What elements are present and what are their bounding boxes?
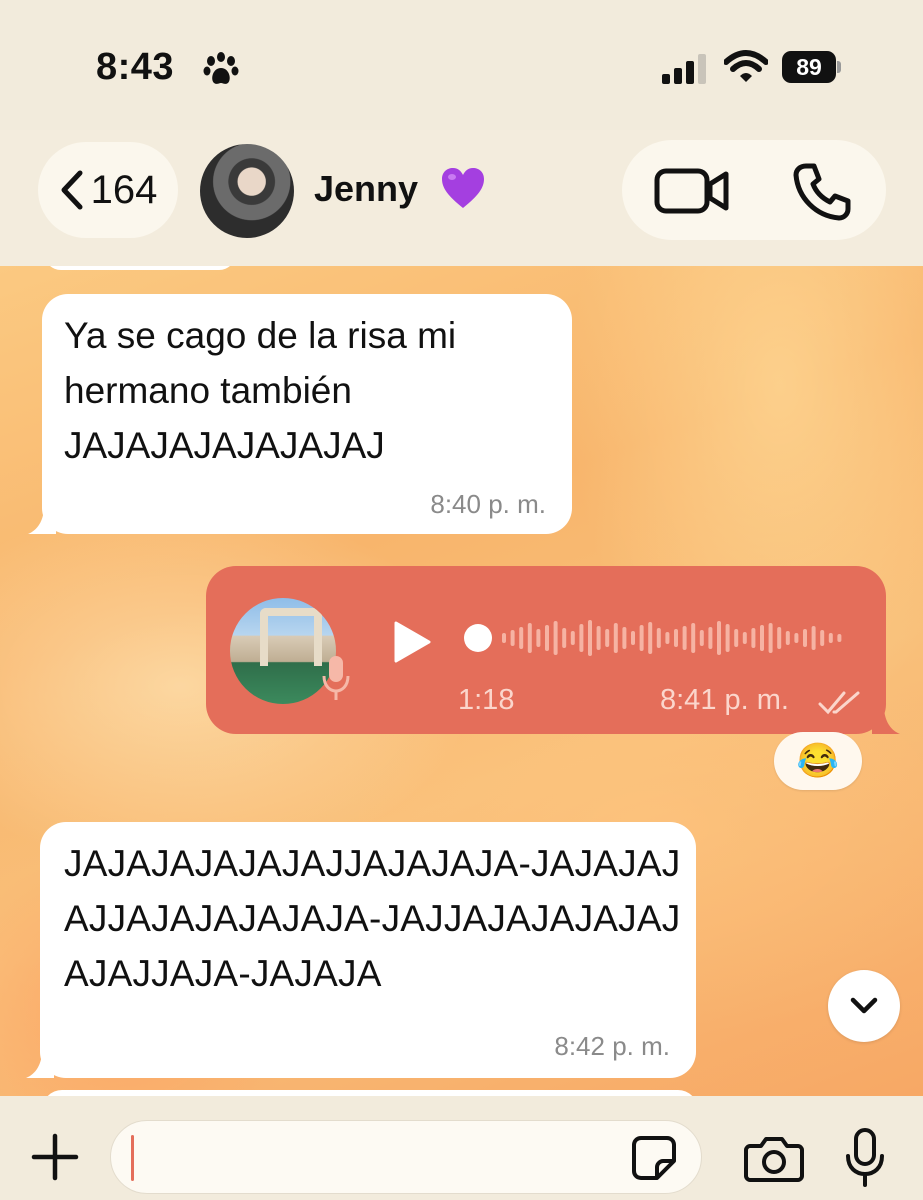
waveform-bar	[803, 629, 807, 647]
wifi-icon	[724, 50, 768, 82]
phone-icon[interactable]	[792, 162, 852, 222]
purple-heart-icon	[442, 168, 484, 208]
waveform-bar	[510, 630, 515, 646]
waveform-bar	[545, 625, 549, 651]
waveform-bar	[691, 623, 696, 653]
paw-icon	[203, 52, 239, 84]
message-list[interactable]: Ya se cago de la risa mi hermano también…	[0, 266, 923, 1096]
waveform-bar	[579, 624, 584, 652]
status-time: 8:43	[96, 46, 175, 88]
waveform-bar	[588, 620, 592, 656]
waveform-bar	[570, 631, 575, 645]
microphone-icon	[322, 656, 350, 700]
waveform-bar	[794, 633, 799, 643]
message-time: 8:41 p. m.	[660, 684, 789, 716]
contact-name[interactable]: Jenny	[314, 168, 418, 210]
reaction-emoji: 😂	[796, 742, 840, 780]
composer-bar	[0, 1096, 923, 1200]
chevron-down-icon	[850, 997, 878, 1014]
waveform-bar	[751, 628, 756, 648]
waveform-bar	[536, 629, 541, 647]
message-input[interactable]	[143, 1131, 617, 1185]
sticker-icon[interactable]	[631, 1135, 677, 1181]
chevron-left-icon	[61, 170, 83, 210]
text-cursor	[131, 1135, 134, 1181]
waveform-bar	[631, 631, 635, 645]
waveform-bar	[837, 634, 842, 642]
battery-level: 89	[782, 51, 836, 83]
double-check-icon	[818, 691, 860, 715]
message-time: 8:40 p. m.	[430, 489, 546, 519]
contact-avatar[interactable]	[200, 144, 294, 238]
playback-scrubber[interactable]	[464, 624, 492, 652]
waveform-bar	[785, 631, 790, 645]
waveform-bar	[820, 630, 825, 646]
voice-duration: 1:18	[458, 684, 515, 716]
scroll-to-bottom-button[interactable]	[828, 970, 900, 1042]
previous-message-bubble	[44, 266, 236, 270]
incoming-message[interactable]: JAJAJAJAJAJAJJAJAJAJA-JAJAJAJAJJAJAJAJAJ…	[26, 822, 696, 1078]
message-reaction[interactable]: 😂	[774, 732, 862, 790]
waveform-bar	[811, 626, 816, 650]
waveform-bar	[725, 624, 730, 652]
message-text: JAJAJAJAJAJAJJAJAJAJA-JAJAJAJAJJAJAJAJAJ…	[64, 843, 681, 994]
back-button[interactable]: 164	[38, 142, 178, 238]
waveform-bar	[665, 632, 670, 644]
audio-waveform[interactable]	[498, 614, 848, 662]
waveform-bar	[674, 629, 678, 647]
microphone-icon[interactable]	[844, 1128, 886, 1188]
waveform-bar	[639, 625, 644, 651]
waveform-bar	[828, 633, 833, 643]
battery-indicator: 89	[782, 51, 841, 83]
waveform-bar	[622, 627, 627, 649]
waveform-bar	[777, 627, 782, 649]
waveform-bar	[742, 632, 747, 644]
plus-icon[interactable]	[30, 1132, 80, 1182]
waveform-bar	[553, 621, 558, 655]
signal-icon	[662, 54, 706, 84]
message-time: 8:42 p. m.	[554, 1031, 670, 1061]
waveform-bar	[682, 626, 687, 650]
incoming-message[interactable]: Ya se cago de la risa mi hermano también…	[28, 294, 572, 534]
waveform-bar	[596, 626, 601, 650]
waveform-bar	[527, 623, 532, 653]
video-call-icon[interactable]	[654, 168, 730, 214]
message-text: Ya se cago de la risa mi hermano también…	[64, 315, 457, 466]
waveform-bar	[708, 627, 713, 649]
waveform-bar	[605, 629, 610, 647]
waveform-bar	[613, 623, 618, 653]
waveform-bar	[656, 628, 661, 648]
camera-icon[interactable]	[744, 1136, 804, 1182]
call-actions	[622, 140, 886, 240]
chat-header: 164 Jenny	[0, 130, 923, 266]
unread-count: 164	[90, 167, 158, 212]
waveform-bar	[734, 629, 739, 647]
waveform-bar	[502, 633, 506, 643]
waveform-bar	[519, 627, 524, 649]
waveform-bar	[717, 621, 721, 655]
waveform-bar	[699, 630, 704, 646]
outgoing-voice-message[interactable]: 1:18 8:41 p. m.	[206, 566, 900, 734]
waveform-bar	[648, 622, 653, 654]
waveform-bar	[562, 628, 567, 648]
status-bar: 8:43 89	[0, 0, 923, 130]
play-icon[interactable]	[392, 620, 432, 664]
message-input-field[interactable]	[110, 1120, 702, 1194]
waveform-bar	[760, 625, 764, 651]
waveform-bar	[768, 623, 773, 653]
